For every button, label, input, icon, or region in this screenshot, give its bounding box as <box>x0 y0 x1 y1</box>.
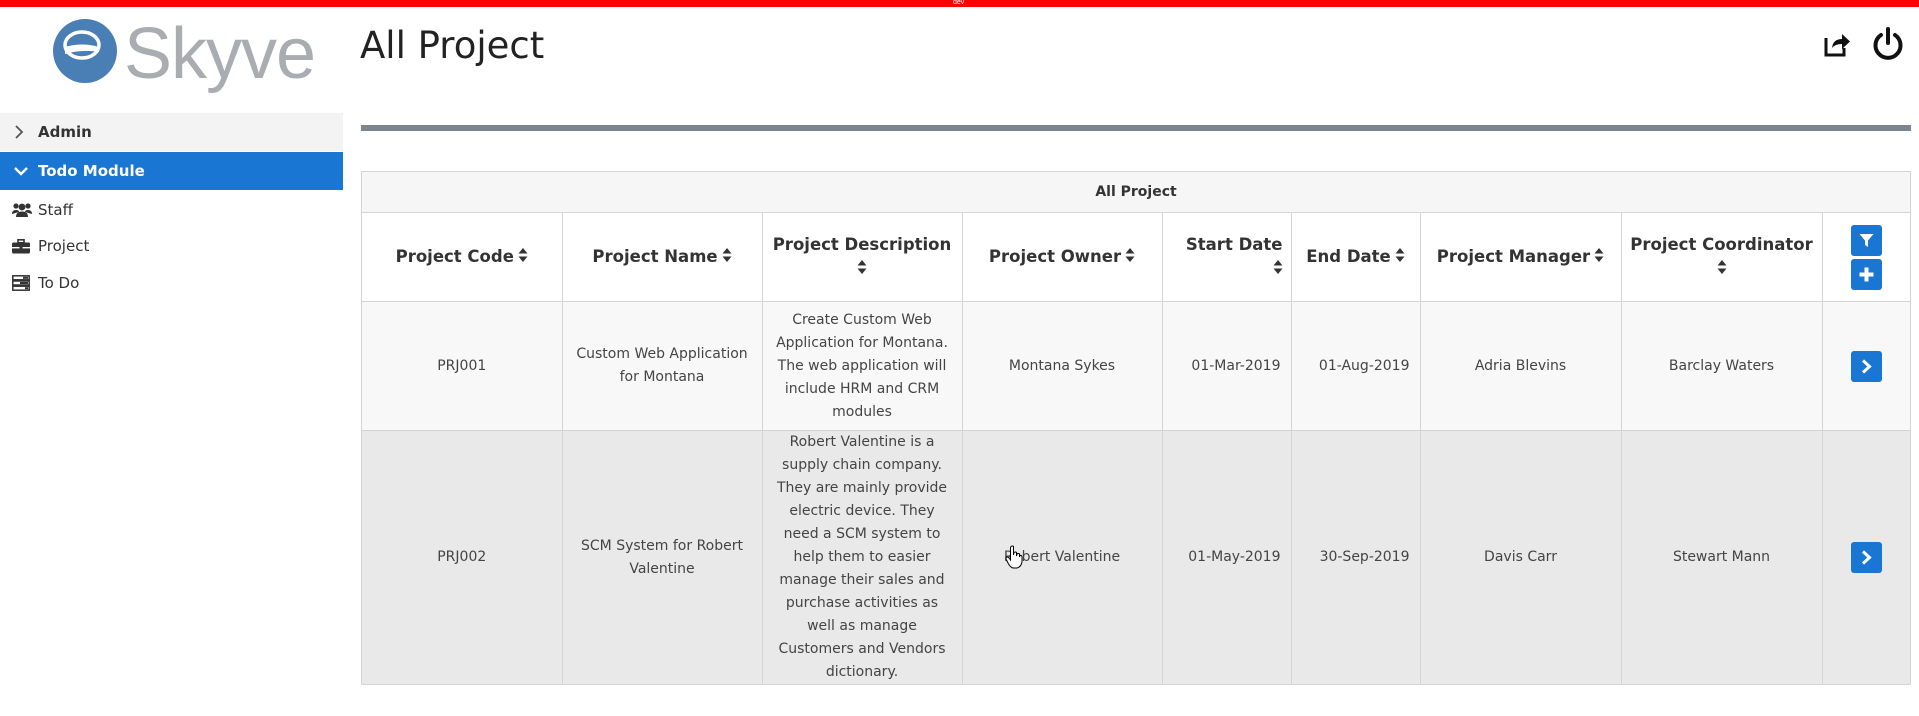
column-header-project-name[interactable]: Project Name <box>562 213 763 302</box>
project-table: Project Code Project Name Project Descri… <box>362 213 1910 684</box>
column-header-end-date[interactable]: End Date <box>1291 213 1421 302</box>
chevron-right-icon <box>1861 358 1872 374</box>
cell-project-name: SCM System for Robert Valentine <box>562 430 763 684</box>
sidebar-item-to-do[interactable]: To Do <box>0 265 343 301</box>
brand-name: Skyve <box>124 14 316 94</box>
column-header-project-code[interactable]: Project Code <box>362 213 563 302</box>
sidebar-group-label: Admin <box>38 123 92 141</box>
chevron-right-icon <box>1861 550 1872 565</box>
table-row[interactable]: PRJ002 SCM System for Robert Valentine R… <box>362 430 1910 684</box>
sort-icon <box>722 245 732 270</box>
sidebar-item-label: Staff <box>38 201 73 219</box>
hand-cursor-icon <box>1005 545 1023 569</box>
share-button[interactable] <box>1817 24 1857 64</box>
column-header-project-owner[interactable]: Project Owner <box>962 213 1163 302</box>
column-header-actions <box>1822 213 1910 302</box>
cell-project-manager: Davis Carr <box>1420 430 1622 684</box>
sidebar-group-admin[interactable]: Admin <box>0 113 343 151</box>
sort-icon <box>1175 257 1283 282</box>
sort-icon <box>771 257 954 282</box>
page-title: All Project <box>360 24 545 67</box>
column-header-start-date[interactable]: Start Date <box>1162 213 1292 302</box>
sidebar-item-staff[interactable]: Staff <box>0 192 343 228</box>
cell-start-date: 01-May-2019 <box>1162 430 1292 684</box>
logout-button[interactable] <box>1868 24 1908 64</box>
column-header-project-description[interactable]: Project Description <box>762 213 963 302</box>
sort-icon <box>1594 245 1604 270</box>
app-logo[interactable]: Skyve <box>52 14 316 94</box>
chevron-down-icon <box>14 152 28 190</box>
share-icon <box>1824 34 1850 57</box>
sort-icon <box>1630 257 1814 282</box>
sidebar-group-label: Todo Module <box>38 162 145 180</box>
logo-mark-icon <box>53 19 117 83</box>
cell-end-date: 01-Aug-2019 <box>1291 301 1421 431</box>
environment-badge: dev <box>953 0 965 6</box>
tasks-icon <box>12 265 30 301</box>
table-row[interactable]: PRJ001 Custom Web Application for Montan… <box>362 301 1910 431</box>
sort-icon <box>1395 245 1405 270</box>
filter-icon <box>1859 233 1874 247</box>
column-header-project-manager[interactable]: Project Manager <box>1420 213 1622 302</box>
open-row-button[interactable] <box>1850 542 1882 573</box>
add-project-button[interactable] <box>1850 258 1882 290</box>
sidebar-group-todo-module[interactable]: Todo Module <box>0 152 343 190</box>
project-list-grid: All Project Project Code Project Name Pr… <box>361 171 1911 685</box>
sidebar-item-project[interactable]: Project <box>0 228 343 264</box>
cell-project-coordinator: Barclay Waters <box>1621 301 1823 431</box>
sort-icon <box>1125 245 1135 270</box>
cell-end-date: 30-Sep-2019 <box>1291 430 1421 684</box>
header-divider <box>361 125 1911 131</box>
cell-project-code: PRJ001 <box>362 301 563 431</box>
cell-project-description: Robert Valentine is a supply chain compa… <box>762 430 963 684</box>
users-icon <box>12 192 32 228</box>
cell-project-code: PRJ002 <box>362 430 563 684</box>
plus-icon <box>1859 267 1874 281</box>
sidebar-item-label: Project <box>38 237 90 255</box>
power-icon <box>1873 27 1903 60</box>
filter-button[interactable] <box>1850 224 1882 256</box>
cell-project-description: Create Custom Web Application for Montan… <box>762 301 963 431</box>
cell-start-date: 01-Mar-2019 <box>1162 301 1292 431</box>
cell-actions <box>1822 430 1910 684</box>
chevron-right-icon <box>14 113 24 151</box>
column-header-project-coordinator[interactable]: Project Coordinator <box>1621 213 1823 302</box>
cell-project-name: Custom Web Application for Montana <box>562 301 763 431</box>
cell-project-coordinator: Stewart Mann <box>1621 430 1823 684</box>
cell-project-owner: Robert Valentine <box>962 430 1163 684</box>
cell-project-owner: Montana Sykes <box>962 301 1163 431</box>
sort-icon <box>518 245 528 270</box>
cell-actions <box>1822 301 1910 431</box>
grid-caption: All Project <box>362 172 1910 213</box>
sidebar-item-label: To Do <box>38 274 80 292</box>
briefcase-icon <box>12 228 30 264</box>
open-row-button[interactable] <box>1850 350 1882 382</box>
cell-project-manager: Adria Blevins <box>1420 301 1622 431</box>
environment-bar: dev <box>0 0 1919 7</box>
